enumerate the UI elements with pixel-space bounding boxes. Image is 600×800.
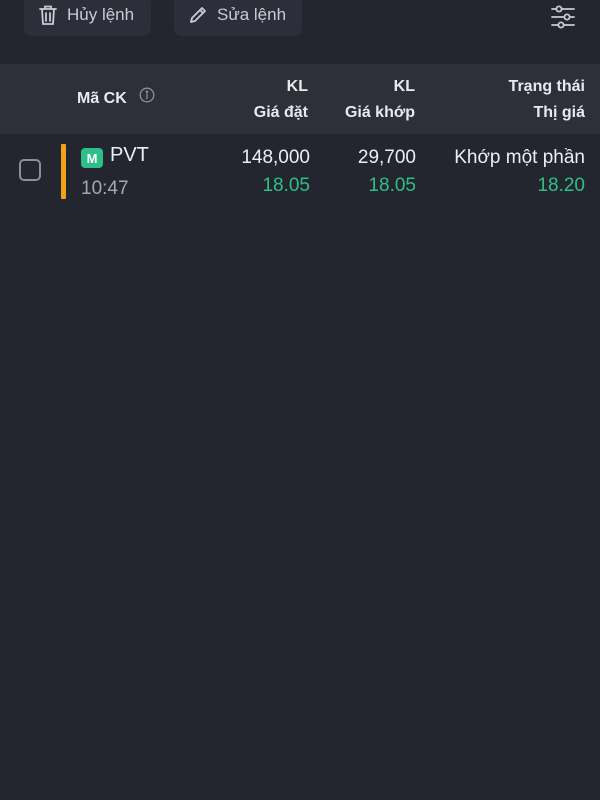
header-code-label: Mã CK bbox=[77, 90, 127, 107]
header-market-price: Thị giá bbox=[533, 104, 585, 121]
header-order[interactable]: KL Giá đặt bbox=[254, 74, 308, 126]
info-icon[interactable] bbox=[139, 86, 155, 112]
edit-order-label: Sửa lệnh bbox=[217, 5, 287, 24]
order-quantity: 148,000 bbox=[241, 147, 310, 168]
header-order-price: Giá đặt bbox=[253, 104, 308, 121]
header-match-price: Giá khớp bbox=[344, 104, 415, 121]
matched-quantity: 29,700 bbox=[357, 147, 416, 168]
table-row[interactable]: M PVT 10:47 148,000 18.05 29,700 18.05 K… bbox=[0, 134, 600, 214]
market-badge: M bbox=[81, 148, 103, 168]
header-order-qty: KL bbox=[286, 78, 308, 95]
order-price: 18.05 bbox=[262, 175, 310, 196]
header-match[interactable]: KL Giá khớp bbox=[345, 74, 415, 126]
header-status-label: Trạng thái bbox=[508, 78, 585, 95]
trash-icon bbox=[38, 4, 58, 26]
header-status[interactable]: Trạng thái Thị giá bbox=[509, 74, 585, 126]
order-time: 10:47 bbox=[81, 178, 129, 199]
row-checkbox[interactable] bbox=[19, 159, 41, 181]
header-match-qty: KL bbox=[393, 78, 415, 95]
stock-symbol: PVT bbox=[110, 144, 149, 166]
toolbar: Hủy lệnh Sửa lệnh bbox=[0, 0, 600, 64]
pencil-icon bbox=[188, 5, 208, 25]
cancel-order-label: Hủy lệnh bbox=[67, 5, 135, 24]
side-marker bbox=[61, 144, 66, 199]
market-price: 18.20 bbox=[537, 175, 585, 196]
header-code[interactable]: Mã CK bbox=[77, 86, 155, 112]
cancel-order-button[interactable]: Hủy lệnh bbox=[24, 0, 151, 36]
order-status: Khớp một phần bbox=[454, 147, 585, 168]
table-header: Mã CK KL Giá đặt KL Giá khớp Trạng thái … bbox=[0, 64, 600, 134]
edit-order-button[interactable]: Sửa lệnh bbox=[174, 0, 302, 36]
matched-price: 18.05 bbox=[368, 175, 416, 196]
sliders-icon[interactable] bbox=[550, 4, 576, 30]
